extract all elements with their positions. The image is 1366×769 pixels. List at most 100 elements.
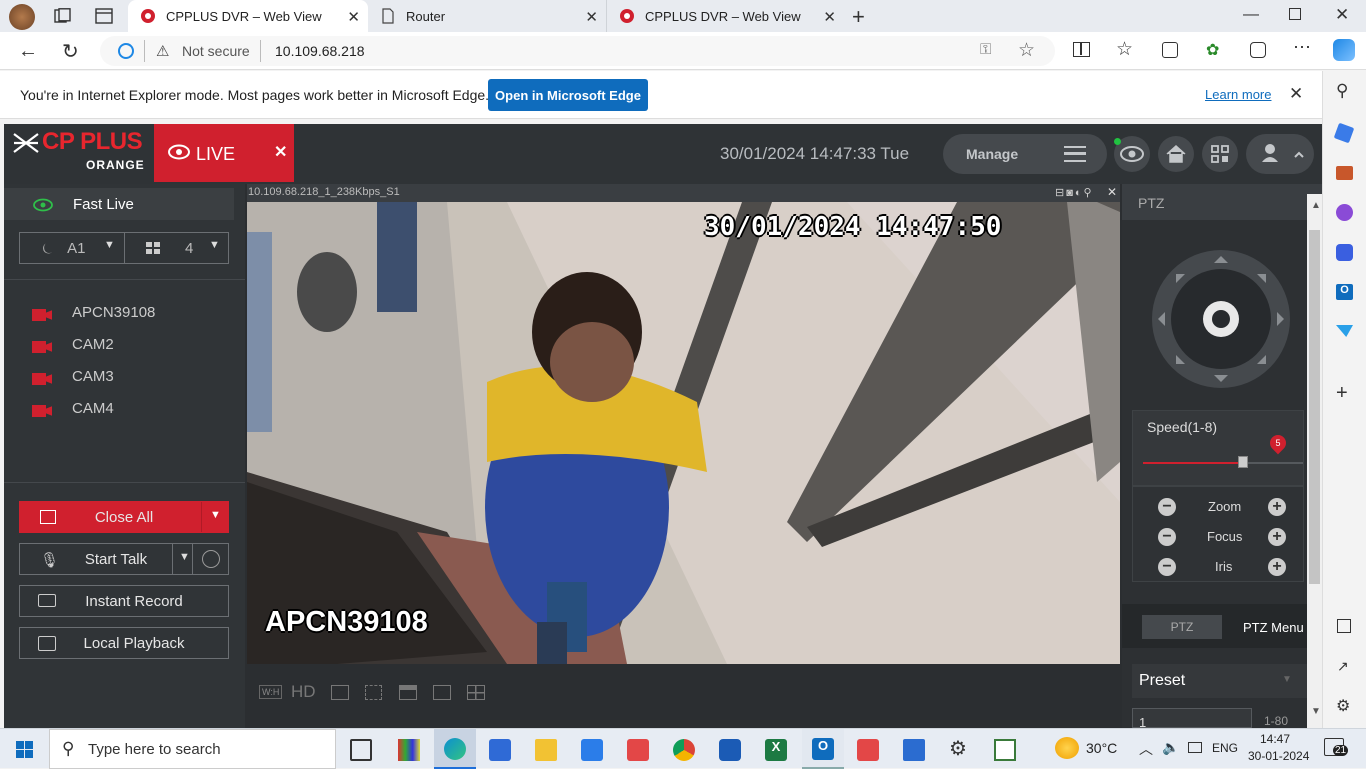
chrome-icon[interactable] <box>673 739 695 761</box>
taskbar-search-box[interactable]: ⚲ Type here to search <box>49 729 336 769</box>
preview-button[interactable] <box>1114 136 1150 172</box>
remote-desktop-icon[interactable] <box>903 739 925 761</box>
window-icon[interactable] <box>399 685 417 700</box>
tab-cpplus-2[interactable]: CPPLUS DVR – Web View ✕ <box>606 0 844 32</box>
close-tab-icon[interactable]: ✕ <box>585 8 598 26</box>
url-box[interactable]: ⚠ Not secure 10.109.68.218 ⚿ ☆ <box>100 36 1055 66</box>
snapshot-icon[interactable] <box>331 685 349 700</box>
anydesk-icon[interactable] <box>627 739 649 761</box>
volume-icon[interactable]: 🔈 <box>1162 739 1179 756</box>
notepad-icon[interactable] <box>994 739 1016 761</box>
tag-icon[interactable] <box>1333 122 1355 144</box>
anydesk-icon[interactable] <box>857 739 879 761</box>
manage-button[interactable]: Manage <box>943 134 1107 174</box>
qr-code-button[interactable] <box>1202 136 1238 172</box>
start-talk-button[interactable]: 🎙 Start Talk ▼ <box>19 543 193 575</box>
video-window-controls[interactable]: ⊟◙◐⚲ <box>1055 186 1094 199</box>
scroll-down-icon[interactable]: ▼ <box>1311 706 1321 717</box>
single-view-icon[interactable] <box>433 685 451 700</box>
scroll-thumb[interactable] <box>1309 230 1320 584</box>
outlook-icon[interactable]: O <box>1336 284 1353 300</box>
workspaces-icon[interactable] <box>53 8 71 24</box>
windows-start-icon[interactable] <box>16 741 33 758</box>
external-link-icon[interactable]: ↗ <box>1337 658 1349 675</box>
excel-icon[interactable]: X <box>765 739 787 761</box>
home-button[interactable] <box>1158 136 1194 172</box>
preset-select[interactable]: Preset ▼ <box>1132 664 1307 698</box>
language-indicator[interactable]: ENG <box>1212 741 1238 755</box>
send-icon[interactable] <box>1336 325 1353 337</box>
chevron-down-icon[interactable]: ▼ <box>179 551 190 563</box>
user-menu-button[interactable] <box>1246 134 1314 174</box>
favorite-star-icon[interactable]: ☆ <box>1018 39 1035 62</box>
close-live-icon[interactable]: ✕ <box>274 142 287 162</box>
zoom-in-button[interactable]: + <box>1268 498 1286 516</box>
edge-taskbar-button[interactable] <box>434 729 476 769</box>
back-icon[interactable]: ← <box>18 40 38 63</box>
key-icon[interactable]: ⚿ <box>980 41 991 58</box>
minimize-button[interactable]: — <box>1243 6 1259 24</box>
store-icon[interactable] <box>489 739 511 761</box>
talk-status-button[interactable] <box>192 543 229 575</box>
show-hidden-icons[interactable]: ︿ <box>1139 739 1153 759</box>
widgets-app-icon[interactable] <box>398 739 420 761</box>
close-all-button[interactable]: Close All ▼ <box>19 501 229 533</box>
close-tab-icon[interactable]: ✕ <box>823 8 836 26</box>
tab-actions-icon[interactable] <box>95 8 113 24</box>
games-icon[interactable] <box>1336 204 1353 221</box>
ie-mode-icon[interactable] <box>118 43 134 59</box>
split-screen-icon[interactable] <box>1073 42 1090 57</box>
preset-number-input[interactable]: 1 <box>1132 708 1252 728</box>
url-text[interactable]: 10.109.68.218 <box>275 43 365 59</box>
extensions-icon[interactable]: ✿ <box>1206 40 1219 60</box>
settings-icon[interactable]: ⚙ <box>1336 696 1350 716</box>
speed-slider-track[interactable] <box>1143 462 1303 464</box>
weather-temp[interactable]: 30°C <box>1086 740 1117 756</box>
close-tab-icon[interactable]: ✕ <box>347 8 360 26</box>
close-window-button[interactable]: ✕ <box>1335 5 1349 25</box>
mail-icon[interactable] <box>581 739 603 761</box>
iris-plus-button[interactable]: + <box>1268 558 1286 576</box>
layout-select[interactable]: 4 ▼ <box>124 232 229 264</box>
tab-router[interactable]: Router ✕ <box>368 0 606 32</box>
refresh-icon[interactable]: ↻ <box>62 39 79 64</box>
favorites-icon[interactable]: ☆ <box>1116 38 1133 61</box>
defender-icon[interactable] <box>719 739 741 761</box>
hd-button[interactable]: HD <box>291 682 316 702</box>
fast-live-row[interactable]: Fast Live <box>4 188 234 220</box>
speed-slider-handle[interactable] <box>1238 456 1248 468</box>
local-playback-button[interactable]: Local Playback <box>19 627 229 659</box>
profile-avatar[interactable] <box>9 4 35 30</box>
security-label[interactable]: Not secure <box>182 43 250 59</box>
collections-icon[interactable] <box>1162 42 1178 58</box>
focus-plus-button[interactable]: + <box>1268 528 1286 546</box>
file-explorer-icon[interactable] <box>535 739 557 761</box>
new-tab-button[interactable]: + <box>852 4 865 30</box>
instant-record-button[interactable]: Instant Record <box>19 585 229 617</box>
quad-view-icon[interactable] <box>467 685 485 700</box>
clock-time[interactable]: 14:47 <box>1260 732 1290 746</box>
task-view-icon[interactable] <box>350 739 372 761</box>
scroll-up-icon[interactable]: ▲ <box>1311 200 1321 211</box>
tab-ptz-menu[interactable]: PTZ Menu <box>1243 620 1304 635</box>
sidebar-toggle-icon[interactable] <box>1337 619 1351 633</box>
tab-ptz[interactable]: PTZ <box>1142 615 1222 639</box>
aspect-ratio-button[interactable]: W:H <box>259 685 283 699</box>
focus-minus-button[interactable]: − <box>1158 528 1176 546</box>
settings-icon[interactable]: ⚙ <box>949 736 967 761</box>
tab-cpplus-1[interactable]: CPPLUS DVR – Web View ✕ <box>128 0 368 32</box>
outlook-taskbar-button[interactable]: O <box>802 729 844 769</box>
chevron-down-icon[interactable]: ▼ <box>210 509 221 521</box>
notification-icon[interactable]: 21 <box>1324 738 1349 756</box>
video-feed[interactable]: 30/01/2024 14:47:50 APCN39108 <box>247 202 1120 664</box>
more-menu-icon[interactable]: ⋯ <box>1293 37 1311 58</box>
iris-minus-button[interactable]: − <box>1158 558 1176 576</box>
live-tab[interactable]: LIVE ✕ <box>154 124 294 182</box>
restore-button[interactable] <box>1289 8 1301 20</box>
weather-icon[interactable] <box>1055 737 1079 759</box>
ptz-direction-pad[interactable] <box>1152 250 1290 388</box>
m365-icon[interactable] <box>1336 244 1353 261</box>
tools-icon[interactable] <box>1336 166 1353 180</box>
fit-icon[interactable] <box>365 685 382 700</box>
close-video-icon[interactable]: ✕ <box>1107 185 1117 199</box>
